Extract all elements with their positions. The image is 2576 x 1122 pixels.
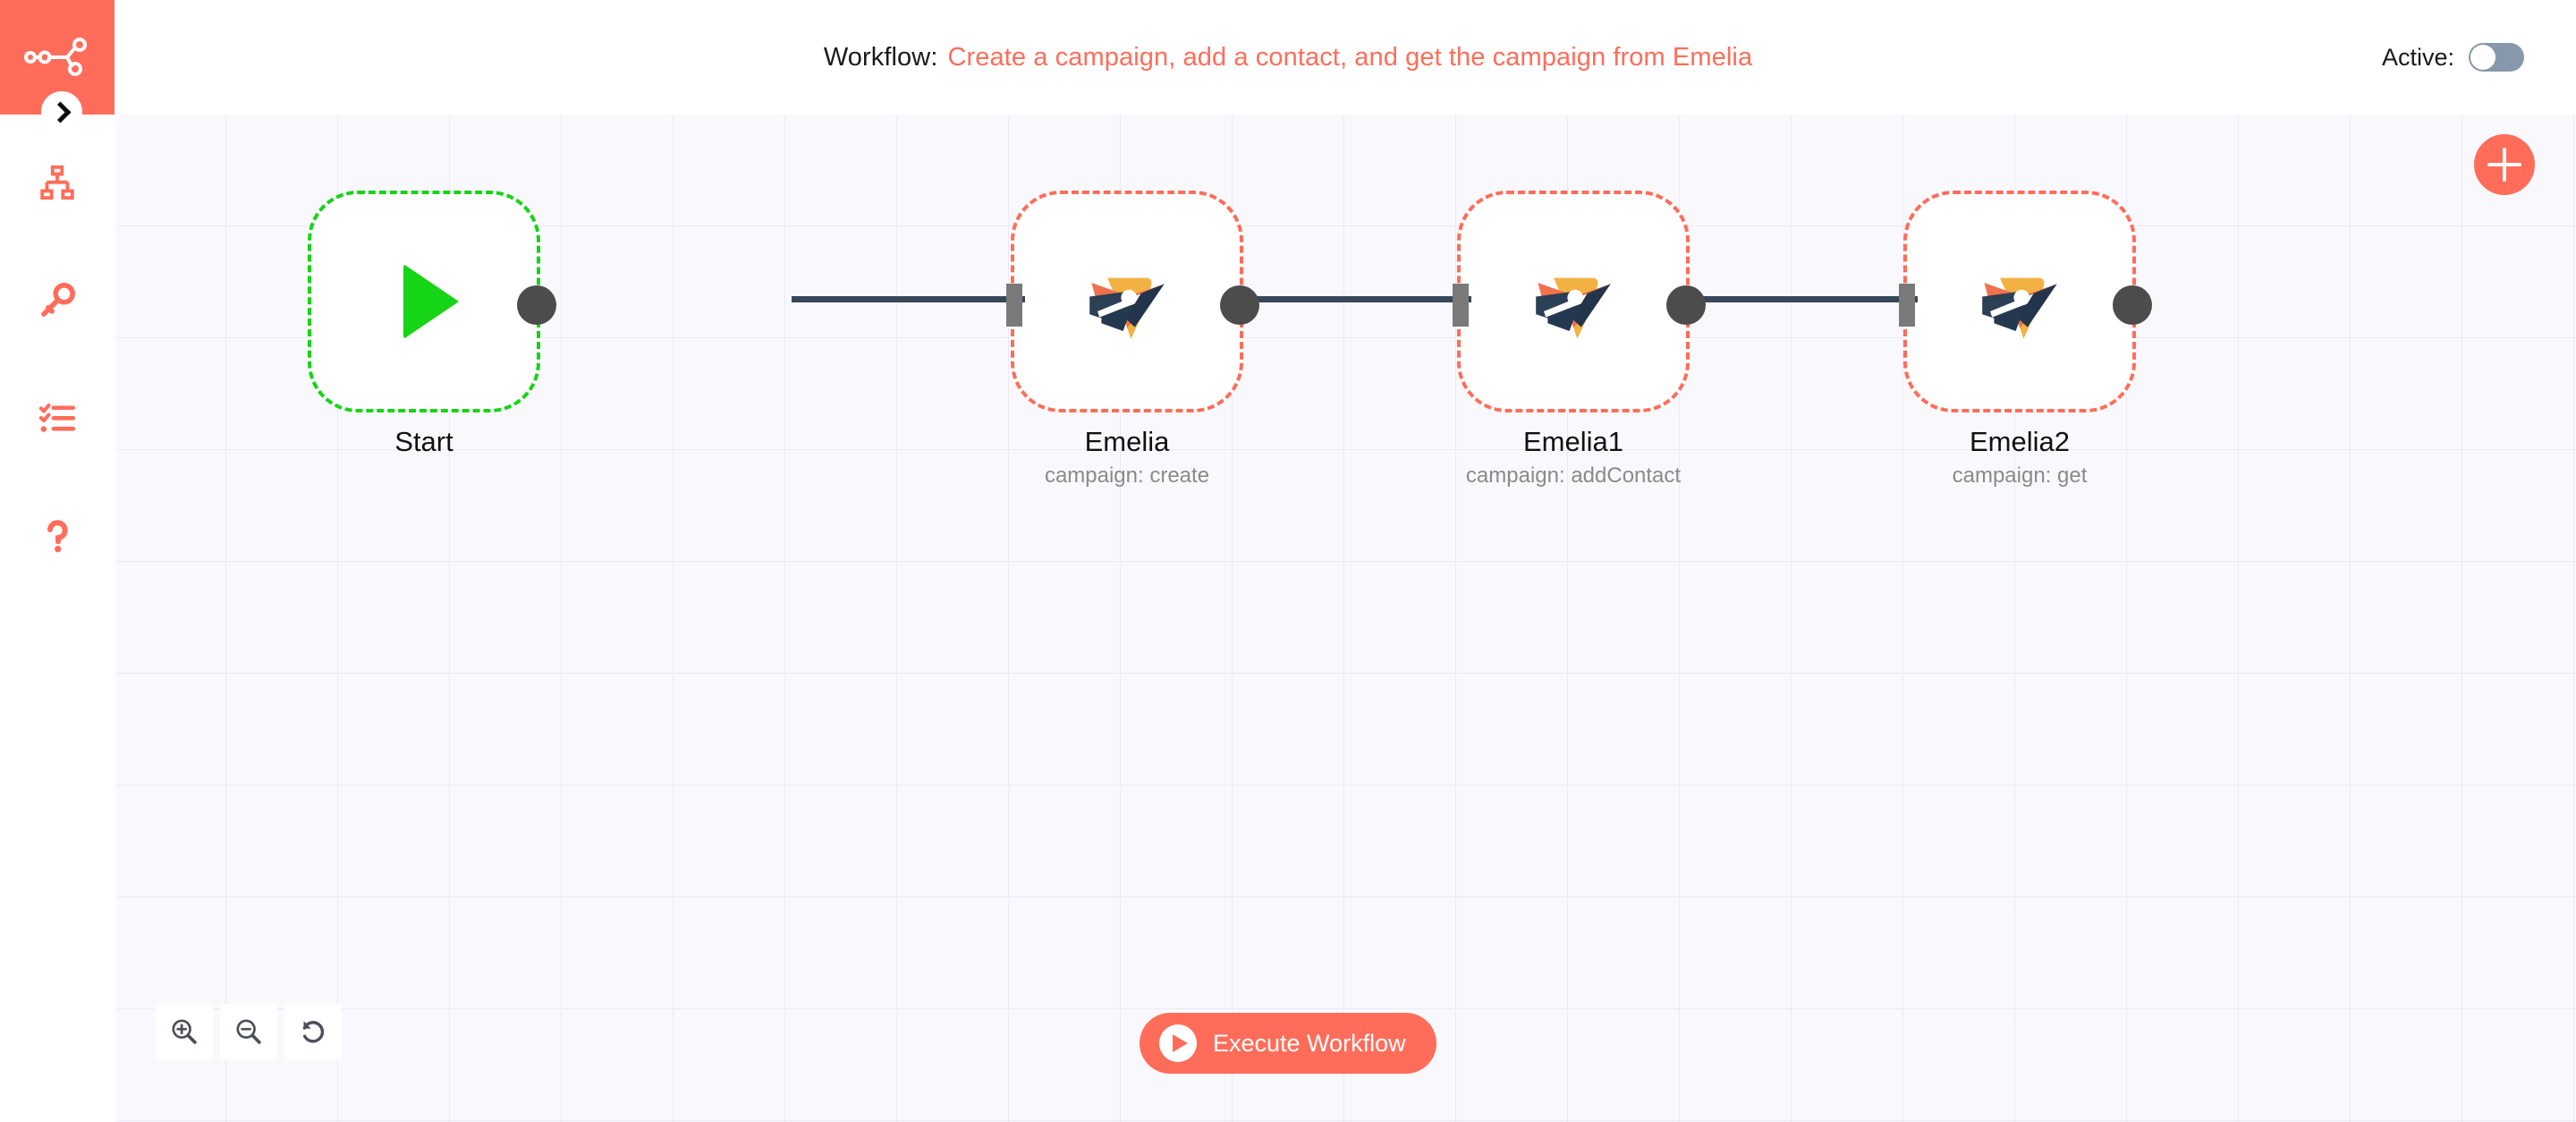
node-title: Emelia2 [1970, 426, 2070, 457]
toggle-knob [2470, 45, 2496, 70]
connection-start-emelia[interactable] [792, 296, 1025, 302]
workflow-name[interactable]: Create a campaign, add a contact, and ge… [948, 43, 1753, 72]
workflow-title-area: Workflow: Create a campaign, add a conta… [0, 0, 2576, 115]
output-endpoint-start[interactable] [517, 285, 556, 325]
question-mark-icon [47, 520, 68, 553]
play-circle-icon [1159, 1024, 1197, 1062]
sitemap-icon [40, 165, 74, 200]
sidebar-item-executions[interactable] [0, 389, 114, 448]
node-emelia1-box[interactable] [1453, 191, 1706, 412]
sidebar-expand-button[interactable] [41, 91, 82, 132]
execute-workflow-label: Execute Workflow [1213, 1029, 1406, 1057]
emelia-logo-icon [1536, 277, 1611, 339]
plus-icon-vertical [2503, 148, 2506, 182]
node-title: Emelia1 [1523, 426, 1623, 457]
node-emelia2[interactable]: Emelia2 campaign: get [1899, 191, 2152, 489]
n8n-logo-icon [24, 38, 87, 76]
output-endpoint-emelia1[interactable] [1666, 285, 1706, 325]
undo-arrow-icon [302, 1021, 325, 1043]
node-emelia-caption: Emelia campaign: create [939, 412, 1315, 489]
node-emelia1[interactable]: Emelia1 campaign: addContact [1453, 191, 1706, 489]
node-title: Emelia [1084, 426, 1170, 457]
connection-emelia1-emelia2[interactable] [1684, 296, 1918, 302]
node-start-box[interactable] [308, 191, 556, 412]
n8n-workflow-editor: Start Emelia campaign: create Emelia1 ca… [0, 0, 2576, 1122]
key-icon [41, 283, 75, 317]
workflow-label: Workflow: [823, 42, 938, 72]
connection-emelia-emelia1[interactable] [1238, 296, 1471, 302]
node-emelia2-box[interactable] [1899, 191, 2152, 412]
node-start-caption: Start [236, 412, 612, 458]
input-endpoint-emelia2[interactable] [1899, 284, 1915, 327]
left-sidebar [0, 0, 114, 1122]
sidebar-item-credentials[interactable] [0, 271, 114, 330]
node-emelia-box[interactable] [1006, 191, 1259, 412]
add-node-button[interactable] [2474, 134, 2535, 195]
node-subtitle: campaign: create [1044, 463, 1210, 488]
active-toggle[interactable] [2469, 43, 2524, 72]
checklist-icon [38, 403, 76, 432]
sidebar-item-help[interactable] [0, 507, 114, 566]
node-emelia1-caption: Emelia1 campaign: addContact [1385, 412, 1761, 489]
node-subtitle: campaign: get [1952, 463, 2088, 488]
execute-workflow-button[interactable]: Execute Workflow [1140, 1013, 1436, 1074]
node-title: Start [394, 426, 453, 457]
zoom-controls [156, 1004, 342, 1059]
sidebar-item-workflows[interactable] [0, 153, 114, 212]
node-subtitle: campaign: addContact [1465, 463, 1682, 488]
node-start[interactable]: Start [308, 191, 556, 458]
emelia-logo-icon [1982, 277, 2057, 339]
nodes-layer: Start Emelia campaign: create Emelia1 ca… [116, 115, 2576, 1122]
active-label: Active: [2381, 43, 2454, 71]
magnifier-plus-icon [172, 1019, 197, 1044]
chevron-right-icon [49, 100, 72, 123]
zoom-out-button[interactable] [220, 1004, 277, 1059]
top-header: Workflow: Create a campaign, add a conta… [0, 0, 2576, 115]
input-endpoint-emelia1[interactable] [1453, 284, 1469, 327]
play-triangle-icon [403, 264, 459, 339]
node-emelia2-caption: Emelia2 campaign: get [1832, 412, 2207, 489]
emelia-logo-icon [1089, 277, 1165, 339]
node-emelia[interactable]: Emelia campaign: create [1006, 191, 1259, 489]
active-toggle-area: Active: [2382, 0, 2524, 115]
input-endpoint-emelia[interactable] [1006, 284, 1022, 327]
output-endpoint-emelia[interactable] [1220, 285, 1259, 325]
play-triangle [1173, 1034, 1188, 1052]
magnifier-minus-icon [236, 1019, 261, 1044]
workflow-canvas[interactable]: Start Emelia campaign: create Emelia1 ca… [116, 115, 2576, 1122]
output-endpoint-emelia2[interactable] [2113, 285, 2152, 325]
zoom-in-button[interactable] [156, 1004, 213, 1059]
reset-zoom-button[interactable] [284, 1004, 342, 1059]
